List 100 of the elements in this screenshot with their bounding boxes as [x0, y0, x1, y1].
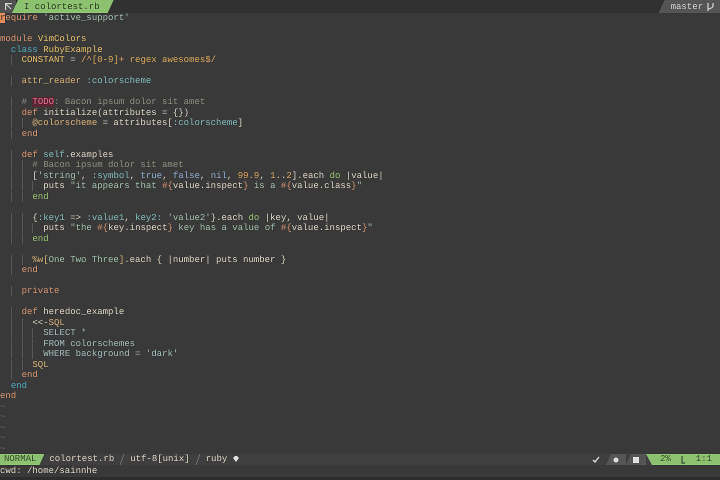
file-type: ruby	[206, 454, 228, 465]
empty-line-marker: ~	[0, 412, 6, 422]
code-token: value.class	[292, 181, 352, 191]
code-token: 'active_support'	[43, 13, 130, 23]
branch-icon	[707, 2, 714, 10]
code-token: def	[22, 307, 38, 317]
line-icon	[680, 456, 686, 464]
code-token: do	[248, 212, 260, 222]
empty-line-marker: ~	[0, 402, 6, 412]
code-token: key2:	[135, 212, 162, 222]
code-token: ..	[276, 170, 286, 180]
code-token: =	[70, 55, 76, 65]
code-token: do	[330, 170, 340, 180]
code-token: end	[32, 192, 49, 202]
code-token: def	[22, 108, 38, 118]
code-token: :symbol	[92, 170, 130, 180]
code-token: "it appears that	[70, 181, 158, 191]
scroll-percent: 2%	[660, 454, 671, 465]
code-token: end	[22, 265, 38, 275]
code-token: equire	[5, 13, 38, 23]
code-token: }	[351, 181, 357, 191]
code-token: TODO	[32, 97, 54, 107]
code-token: .examples	[64, 150, 114, 160]
code-token: : Bacon ipsum dolor sit amet	[54, 97, 206, 107]
code-token: }	[362, 223, 368, 233]
code-token: = attributes[	[102, 118, 173, 128]
code-token: @colorscheme	[32, 118, 98, 128]
code-token: |key, value|	[264, 212, 330, 222]
separator-icon	[119, 454, 126, 465]
mode-indicator: NORMAL	[0, 454, 44, 465]
code-token: ,	[81, 170, 86, 180]
code-token: 'string'	[38, 170, 82, 180]
code-token: <<-	[32, 318, 49, 328]
code-token: SQL	[32, 360, 49, 370]
code-token: "	[367, 223, 373, 233]
code-token: SELECT *	[43, 328, 86, 338]
code-token: "the	[70, 223, 93, 233]
code-token: nil	[210, 170, 227, 180]
code-token: ,	[130, 170, 136, 180]
square-icon	[632, 456, 639, 462]
code-token: CONSTANT	[22, 55, 65, 65]
code-token: false	[172, 170, 200, 180]
file-name: colortest.rb	[49, 454, 114, 465]
code-token: |value|	[346, 170, 384, 180]
command-line: cwd: /home/sainnhe	[0, 465, 98, 477]
code-token: key has a value of	[178, 223, 277, 233]
code-token: One Two Three	[48, 254, 119, 264]
check-icon	[592, 454, 600, 465]
code-token: RubyExample	[43, 44, 103, 54]
code-token: end	[22, 370, 38, 380]
dot-icon	[612, 456, 619, 462]
file-encoding: utf-8[unix]	[130, 454, 190, 465]
code-token: def	[22, 150, 38, 160]
code-token: end	[10, 380, 28, 390]
code-token: 'value2'	[168, 212, 211, 222]
code-token: true	[140, 170, 162, 180]
empty-line-marker: ~	[0, 433, 6, 444]
code-token: puts	[43, 223, 65, 233]
code-token: }	[243, 181, 248, 191]
code-token: :key1	[38, 212, 65, 222]
code-token: heredoc_example	[43, 307, 124, 317]
code-token: {	[32, 212, 38, 222]
code-token: ].each	[292, 170, 324, 180]
code-token: 99.9	[238, 170, 260, 180]
code-token: self	[43, 150, 65, 160]
code-token: module	[0, 34, 32, 44]
code-token: ]	[238, 118, 244, 128]
corner-arrow-icon	[4, 3, 12, 10]
code-token: }.each	[210, 212, 244, 222]
buffer-tab[interactable]: I colortest.rb	[12, 0, 114, 13]
code-token: private	[22, 286, 60, 296]
code-token: /^[0-9]+ regex awesomes$/	[81, 55, 216, 65]
code-token: end	[0, 391, 16, 401]
code-token: key.inspect	[108, 223, 168, 233]
branch-name: master	[670, 2, 703, 12]
empty-line-marker: ~	[0, 444, 6, 454]
code-token: ,	[200, 170, 206, 180]
code-token: # Bacon ipsum dolor sit amet	[32, 160, 184, 170]
code-token: "	[356, 181, 362, 191]
code-token: value.inspect	[292, 223, 362, 233]
code-token: WHERE background = 'dark'	[43, 349, 178, 359]
code-token: initialize(attributes = {})	[43, 108, 190, 118]
code-token: is a	[254, 181, 277, 191]
code-token: FROM colorschemes	[43, 338, 136, 348]
code-token: ,	[124, 212, 130, 222]
code-token: SQL	[48, 318, 65, 328]
code-token: #	[22, 97, 28, 107]
code-token: :colorscheme	[172, 118, 238, 128]
code-token: value.inspect	[172, 181, 244, 191]
code-token: :value1	[86, 212, 124, 222]
code-token: =>	[70, 212, 82, 222]
cursor: r	[0, 13, 6, 23]
code-token: ,	[162, 170, 168, 180]
code-token: VimColors	[38, 34, 86, 44]
code-token: .each { |number| puts number }	[124, 254, 286, 264]
code-token: end	[22, 128, 38, 138]
code-token: [	[32, 170, 38, 180]
empty-line-marker: ~	[0, 422, 6, 433]
code-token: class	[10, 44, 38, 54]
cursor-position: 1:1	[696, 454, 712, 465]
